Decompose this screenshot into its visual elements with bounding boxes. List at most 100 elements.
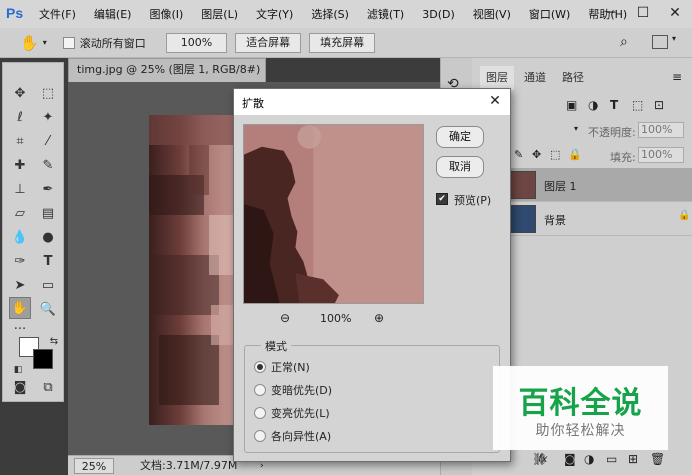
opacity-field[interactable]: 100% xyxy=(638,122,684,138)
mode-group: 模式 正常(N) 变暗优先(D) 变亮优先(L) 各向异性(A) xyxy=(244,338,500,453)
filter-image-icon[interactable]: ▣ xyxy=(566,98,577,112)
mode-label: 模式 xyxy=(261,338,291,354)
tab-paths[interactable]: 路径 xyxy=(556,66,590,90)
layer-row[interactable]: 背景 🔒 xyxy=(508,202,692,236)
pen-tool-icon[interactable]: ✑ xyxy=(9,251,31,273)
fit-screen-button[interactable]: 适合屏幕 xyxy=(235,32,302,53)
layer-lock-icon: 🔒 xyxy=(678,210,691,221)
quick-mask-icon[interactable]: ◙ xyxy=(9,377,31,399)
panel-menu-icon[interactable]: ≡ xyxy=(672,70,682,84)
menu-file[interactable]: 文件(F) xyxy=(30,6,85,22)
radio-button[interactable] xyxy=(254,361,266,373)
menu-filter[interactable]: 滤镜(T) xyxy=(358,6,413,22)
filter-preview[interactable] xyxy=(243,124,424,304)
menu-3d[interactable]: 3D(D) xyxy=(413,8,464,21)
document-tab[interactable]: timg.jpg @ 25% (图层 1, RGB/8#) * ✕ xyxy=(68,58,266,98)
dialog-titlebar[interactable]: 扩散 ✕ xyxy=(234,89,510,115)
hand-tool-icon[interactable]: ✋ xyxy=(20,34,39,52)
blend-mode-chevron-icon[interactable]: ▾ xyxy=(574,124,578,133)
path-selection-tool-icon[interactable]: ➤ xyxy=(9,275,31,297)
menu-view[interactable]: 视图(V) xyxy=(464,6,520,22)
zoom-out-icon[interactable]: ⊖ xyxy=(280,311,290,325)
rectangle-tool-icon[interactable]: ▭ xyxy=(37,275,59,297)
marquee-tool-icon[interactable]: ⬚ xyxy=(37,83,59,105)
layer-name[interactable]: 背景 xyxy=(544,212,566,228)
new-group-icon[interactable]: ▭ xyxy=(606,452,617,466)
lasso-tool-icon[interactable]: ℓ xyxy=(9,107,31,129)
fill-label: 填充: xyxy=(610,151,636,164)
menu-select[interactable]: 选择(S) xyxy=(302,6,358,22)
lock-pixels-icon[interactable]: ✎ xyxy=(514,148,523,161)
opacity-label: 不透明度: xyxy=(588,126,636,139)
lock-position-icon[interactable]: ✥ xyxy=(532,148,541,161)
lock-artboard-icon[interactable]: ⬚ xyxy=(550,148,560,161)
cancel-button[interactable]: 取消 xyxy=(436,156,484,178)
mode-option-anisotropic[interactable]: 各向异性(A) xyxy=(254,429,331,445)
move-tool-icon[interactable]: ✥ xyxy=(9,83,31,105)
scroll-all-windows-checkbox[interactable] xyxy=(62,36,75,49)
watermark-title: 百科全说 xyxy=(518,386,643,421)
type-tool-icon[interactable]: T xyxy=(37,251,59,273)
filter-adjustment-icon[interactable]: ◑ xyxy=(588,98,598,112)
swap-colors-icon[interactable]: ⇆ xyxy=(43,331,65,353)
hand-tool-active-icon[interactable]: ✋ xyxy=(9,297,31,319)
mode-option-normal[interactable]: 正常(N) xyxy=(254,360,310,376)
zoom-100-button[interactable]: 100% xyxy=(165,32,228,53)
layer-name[interactable]: 图层 1 xyxy=(544,178,577,194)
fill-screen-button[interactable]: 填充屏幕 xyxy=(309,32,376,53)
photoshop-logo: Ps xyxy=(6,5,24,21)
filter-shape-icon[interactable]: ⬚ xyxy=(632,98,643,112)
menu-layer[interactable]: 图层(L) xyxy=(192,6,247,22)
filter-type-icon[interactable]: T xyxy=(610,98,618,112)
tool-preset-chevron-icon[interactable]: ▾ xyxy=(43,38,47,47)
watermark-subtitle: 助你轻松解决 xyxy=(535,423,626,439)
close-icon[interactable]: ✕ xyxy=(486,92,504,110)
menu-edit[interactable]: 编辑(E) xyxy=(85,6,141,22)
add-mask-icon[interactable]: ◙ xyxy=(564,452,576,466)
gradient-tool-icon[interactable]: ▤ xyxy=(37,203,59,225)
preview-zoom-level: 100% xyxy=(320,312,352,325)
zoom-in-icon[interactable]: ⊕ xyxy=(374,311,384,325)
search-icon[interactable]: ⌕ xyxy=(620,34,628,50)
ok-button[interactable]: 确定 xyxy=(436,126,484,148)
workspace-chevron-icon[interactable]: ▾ xyxy=(672,34,676,43)
clone-stamp-tool-icon[interactable]: ⊥ xyxy=(9,179,31,201)
crop-tool-icon[interactable]: ⌗ xyxy=(9,131,31,153)
document-info: 文档:3.71M/7.97M xyxy=(140,459,238,472)
fx-icon[interactable]: fx xyxy=(538,454,547,465)
preview-checkbox[interactable]: ✔ xyxy=(436,193,448,205)
layer-thumbnail xyxy=(510,171,536,199)
menu-image[interactable]: 图像(I) xyxy=(140,6,192,22)
mode-option-lighten-only[interactable]: 变亮优先(L) xyxy=(254,406,330,422)
tab-channels[interactable]: 通道 xyxy=(518,66,552,90)
radio-button[interactable] xyxy=(254,430,266,442)
menu-window[interactable]: 窗口(W) xyxy=(520,6,579,22)
history-brush-tool-icon[interactable]: ✒ xyxy=(37,179,59,201)
tab-layers[interactable]: 图层 xyxy=(480,66,514,90)
filter-smart-object-icon[interactable]: ⊡ xyxy=(654,98,664,112)
layer-row[interactable]: 图层 1 xyxy=(508,168,692,202)
brush-tool-icon[interactable]: ✎ xyxy=(37,155,59,177)
eraser-tool-icon[interactable]: ▱ xyxy=(9,203,31,225)
menu-type[interactable]: 文字(Y) xyxy=(247,6,302,22)
radio-button[interactable] xyxy=(254,407,266,419)
screen-mode-icon[interactable]: ⧉ xyxy=(37,377,59,399)
close-window-icon[interactable]: ✕ xyxy=(660,0,690,28)
lock-all-icon[interactable]: 🔒 xyxy=(568,148,582,161)
dodge-tool-icon[interactable]: ● xyxy=(37,227,59,249)
minimize-icon[interactable]: ─ xyxy=(596,0,626,28)
mode-option-darken-only[interactable]: 变暗优先(D) xyxy=(254,383,332,399)
zoom-level-field[interactable]: 25% xyxy=(74,458,114,474)
fill-field[interactable]: 100% xyxy=(638,147,684,163)
zoom-tool-icon[interactable]: 🔍 xyxy=(37,299,59,321)
new-layer-icon[interactable]: ⊞ xyxy=(628,452,638,466)
workspace-icon[interactable] xyxy=(652,35,668,49)
maximize-icon[interactable]: ☐ xyxy=(628,0,658,28)
adjustment-layer-icon[interactable]: ◑ xyxy=(584,452,594,466)
delete-layer-icon[interactable]: 🗑 xyxy=(650,452,665,466)
healing-brush-tool-icon[interactable]: ✚ xyxy=(9,155,31,177)
magic-wand-tool-icon[interactable]: ✦ xyxy=(37,107,59,129)
eyedropper-tool-icon[interactable]: ⁄ xyxy=(37,131,59,153)
blur-tool-icon[interactable]: 💧 xyxy=(9,227,31,249)
radio-button[interactable] xyxy=(254,384,266,396)
